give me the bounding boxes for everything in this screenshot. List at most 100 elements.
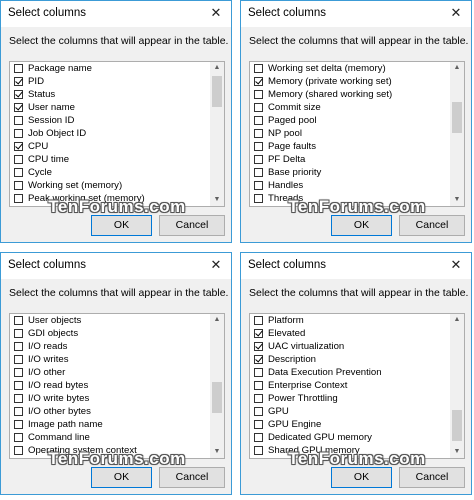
column-checkbox[interactable]: [14, 316, 23, 325]
close-icon[interactable]: ✕: [207, 256, 225, 274]
column-option[interactable]: I/O reads: [10, 340, 210, 353]
column-option[interactable]: NP pool: [250, 127, 450, 140]
column-option[interactable]: I/O writes: [10, 353, 210, 366]
column-checkbox[interactable]: [14, 77, 23, 86]
columns-list[interactable]: Working set delta (memory) Memory (privat…: [249, 61, 465, 207]
cancel-button[interactable]: Cancel: [159, 215, 225, 236]
column-option[interactable]: Memory (shared working set): [250, 88, 450, 101]
column-option[interactable]: Elevated: [250, 327, 450, 340]
column-checkbox[interactable]: [254, 381, 263, 390]
column-checkbox[interactable]: [254, 394, 263, 403]
close-icon[interactable]: ✕: [207, 4, 225, 22]
column-option[interactable]: Working set delta (memory): [250, 62, 450, 75]
column-option[interactable]: Page faults: [250, 140, 450, 153]
column-option[interactable]: Memory (private working set): [250, 75, 450, 88]
column-checkbox[interactable]: [254, 90, 263, 99]
column-option[interactable]: UAC virtualization: [250, 340, 450, 353]
column-option[interactable]: Package name: [10, 62, 210, 75]
cancel-button[interactable]: Cancel: [399, 215, 465, 236]
column-option[interactable]: I/O other: [10, 366, 210, 379]
column-option[interactable]: Working set (memory): [10, 179, 210, 192]
cancel-button[interactable]: Cancel: [399, 467, 465, 488]
column-option[interactable]: GPU Engine: [250, 418, 450, 431]
column-option[interactable]: GDI objects: [10, 327, 210, 340]
column-checkbox[interactable]: [254, 316, 263, 325]
column-option[interactable]: CPU time: [10, 153, 210, 166]
column-checkbox[interactable]: [14, 394, 23, 403]
scroll-up-icon[interactable]: ▲: [450, 62, 464, 74]
column-checkbox[interactable]: [254, 77, 263, 86]
column-checkbox[interactable]: [254, 129, 263, 138]
close-icon[interactable]: ✕: [447, 4, 465, 22]
scroll-up-icon[interactable]: ▲: [450, 314, 464, 326]
column-checkbox[interactable]: [254, 116, 263, 125]
column-option[interactable]: Power Throttling: [250, 392, 450, 405]
column-checkbox[interactable]: [14, 168, 23, 177]
column-option[interactable]: Base priority: [250, 166, 450, 179]
vertical-scrollbar[interactable]: ▲ ▼: [210, 314, 224, 458]
vertical-scrollbar[interactable]: ▲ ▼: [450, 314, 464, 458]
column-option[interactable]: Command line: [10, 431, 210, 444]
columns-list[interactable]: User objects GDI objects I/O reads I/O writ…: [9, 313, 225, 459]
column-checkbox[interactable]: [254, 168, 263, 177]
column-checkbox[interactable]: [14, 433, 23, 442]
scroll-up-icon[interactable]: ▲: [210, 314, 224, 326]
column-checkbox[interactable]: [254, 368, 263, 377]
ok-button[interactable]: OK: [91, 467, 152, 488]
column-checkbox[interactable]: [14, 342, 23, 351]
ok-button[interactable]: OK: [331, 215, 392, 236]
close-icon[interactable]: ✕: [447, 256, 465, 274]
column-option[interactable]: Enterprise Context: [250, 379, 450, 392]
column-checkbox[interactable]: [254, 181, 263, 190]
column-option[interactable]: Dedicated GPU memory: [250, 431, 450, 444]
column-option[interactable]: Status: [10, 88, 210, 101]
vertical-scrollbar[interactable]: ▲ ▼: [210, 62, 224, 206]
scroll-up-icon[interactable]: ▲: [210, 62, 224, 74]
column-checkbox[interactable]: [254, 64, 263, 73]
column-checkbox[interactable]: [254, 155, 263, 164]
ok-button[interactable]: OK: [91, 215, 152, 236]
column-option[interactable]: I/O read bytes: [10, 379, 210, 392]
columns-list[interactable]: Platform Elevated UAC virtualization Descri…: [249, 313, 465, 459]
column-checkbox[interactable]: [254, 103, 263, 112]
column-checkbox[interactable]: [14, 420, 23, 429]
column-checkbox[interactable]: [14, 329, 23, 338]
column-option[interactable]: Data Execution Prevention: [250, 366, 450, 379]
column-option[interactable]: User name: [10, 101, 210, 114]
column-checkbox[interactable]: [14, 129, 23, 138]
scroll-thumb[interactable]: [452, 102, 462, 133]
column-option[interactable]: Cycle: [10, 166, 210, 179]
column-checkbox[interactable]: [254, 142, 263, 151]
column-checkbox[interactable]: [14, 155, 23, 164]
column-option[interactable]: Description: [250, 353, 450, 366]
column-option[interactable]: I/O other bytes: [10, 405, 210, 418]
column-option[interactable]: Handles: [250, 179, 450, 192]
ok-button[interactable]: OK: [331, 467, 392, 488]
column-option[interactable]: Job Object ID: [10, 127, 210, 140]
columns-list[interactable]: Package name PID Status User name Session ID…: [9, 61, 225, 207]
column-option[interactable]: PF Delta: [250, 153, 450, 166]
column-option[interactable]: Image path name: [10, 418, 210, 431]
column-option[interactable]: CPU: [10, 140, 210, 153]
column-option[interactable]: GPU: [250, 405, 450, 418]
cancel-button[interactable]: Cancel: [159, 467, 225, 488]
column-option[interactable]: Session ID: [10, 114, 210, 127]
column-checkbox[interactable]: [14, 142, 23, 151]
column-checkbox[interactable]: [254, 407, 263, 416]
vertical-scrollbar[interactable]: ▲ ▼: [450, 62, 464, 206]
column-checkbox[interactable]: [14, 368, 23, 377]
column-checkbox[interactable]: [14, 90, 23, 99]
column-checkbox[interactable]: [14, 407, 23, 416]
column-option[interactable]: PID: [10, 75, 210, 88]
column-checkbox[interactable]: [14, 116, 23, 125]
scroll-thumb[interactable]: [452, 410, 462, 441]
column-checkbox[interactable]: [14, 103, 23, 112]
column-checkbox[interactable]: [14, 381, 23, 390]
column-checkbox[interactable]: [254, 329, 263, 338]
column-checkbox[interactable]: [254, 420, 263, 429]
column-checkbox[interactable]: [254, 355, 263, 364]
column-checkbox[interactable]: [254, 342, 263, 351]
column-option[interactable]: User objects: [10, 314, 210, 327]
column-option[interactable]: Platform: [250, 314, 450, 327]
column-checkbox[interactable]: [14, 355, 23, 364]
